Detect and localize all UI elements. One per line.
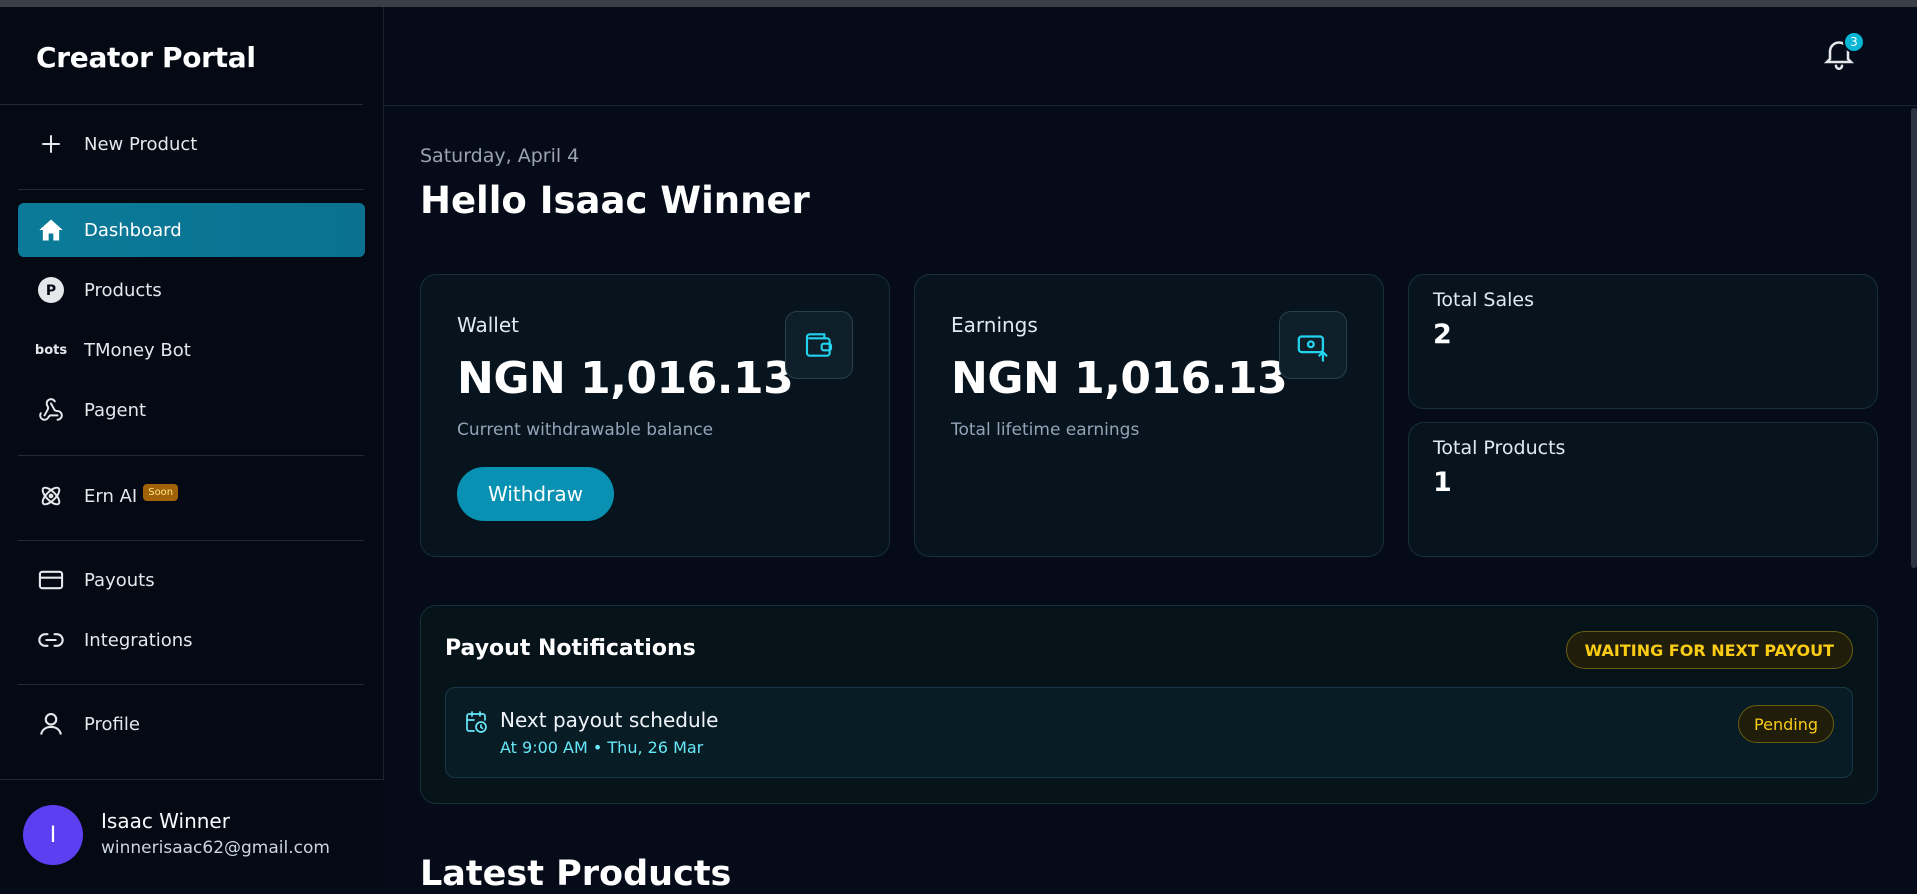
sidebar-item-label: Integrations xyxy=(84,629,193,651)
products-icon: P xyxy=(36,275,66,305)
current-date: Saturday, April 4 xyxy=(420,145,580,167)
earnings-label: Earnings xyxy=(951,313,1038,337)
latest-products-heading: Latest Products xyxy=(420,854,732,894)
wallet-subtitle: Current withdrawable balance xyxy=(457,420,714,440)
sidebar-item-label: Payouts xyxy=(84,569,155,591)
divider xyxy=(18,540,364,541)
payout-status-badge: WAITING FOR NEXT PAYOUT xyxy=(1565,631,1853,669)
main-content: Saturday, April 4 Hello Isaac Winner Wal… xyxy=(384,107,1911,894)
wallet-label: Wallet xyxy=(457,313,520,337)
sidebar-item-dashboard[interactable]: Dashboard xyxy=(18,203,365,257)
sidebar-item-tmoney-bot[interactable]: bots TMoney Bot xyxy=(18,323,365,377)
webhook-icon xyxy=(36,395,66,425)
notifications-button[interactable]: 3 xyxy=(1821,31,1865,75)
sidebar-item-label: Products xyxy=(84,279,162,301)
card-icon xyxy=(36,565,66,595)
total-sales-value: 2 xyxy=(1433,319,1452,350)
calendar-clock-icon xyxy=(464,710,488,734)
svg-text:P: P xyxy=(46,283,56,299)
sidebar-item-ern-ai[interactable]: Ern AI Soon xyxy=(18,469,365,523)
page-title: Hello Isaac Winner xyxy=(420,179,810,222)
total-sales-card: Total Sales 2 xyxy=(1408,274,1878,409)
divider xyxy=(18,684,364,685)
money-upload-icon xyxy=(1279,311,1347,379)
earnings-subtitle: Total lifetime earnings xyxy=(951,420,1140,440)
schedule-time: At 9:00 AM • Thu, 26 Mar xyxy=(500,738,704,757)
sidebar-item-new-product[interactable]: New Product xyxy=(18,117,365,171)
total-sales-label: Total Sales xyxy=(1433,289,1534,311)
sidebar: Creator Portal New Product Dashboard P P… xyxy=(0,7,384,887)
user-email: winnerisaac62@gmail.com xyxy=(101,838,330,858)
wallet-balance: NGN 1,016.13 xyxy=(457,353,794,404)
earnings-value: NGN 1,016.13 xyxy=(951,353,1288,404)
sidebar-item-label: TMoney Bot xyxy=(84,339,191,361)
sidebar-item-label: Dashboard xyxy=(84,219,182,241)
avatar: I xyxy=(23,805,83,865)
bell-icon xyxy=(1821,41,1857,75)
user-name: Isaac Winner xyxy=(101,809,230,833)
top-header: 3 xyxy=(384,7,1917,106)
divider xyxy=(18,189,364,190)
plus-icon xyxy=(36,129,66,159)
bots-icon: bots xyxy=(34,342,68,358)
user-icon xyxy=(36,709,66,739)
payout-notifications-card: Payout Notifications WAITING FOR NEXT PA… xyxy=(420,605,1878,804)
pending-badge: Pending xyxy=(1738,705,1834,743)
payout-schedule-item: Next payout schedule At 9:00 AM • Thu, 2… xyxy=(445,687,1853,778)
sidebar-item-label: Pagent xyxy=(84,399,147,421)
payout-title: Payout Notifications xyxy=(445,636,696,661)
user-profile-area[interactable]: I Isaac Winner winnerisaac62@gmail.com xyxy=(0,779,384,887)
wallet-icon xyxy=(785,311,853,379)
sidebar-item-label: Ern AI xyxy=(84,485,138,507)
atom-icon xyxy=(36,481,66,511)
notification-count-badge: 3 xyxy=(1843,31,1865,53)
brand-title: Creator Portal xyxy=(36,41,256,74)
sidebar-item-label: Profile xyxy=(84,713,140,735)
total-products-value: 1 xyxy=(1433,467,1452,498)
home-icon xyxy=(36,215,66,245)
browser-top-strip xyxy=(0,0,1917,7)
schedule-title: Next payout schedule xyxy=(500,708,719,732)
total-products-card: Total Products 1 xyxy=(1408,422,1878,557)
wallet-card: Wallet NGN 1,016.13 Current withdrawable… xyxy=(420,274,890,557)
withdraw-button[interactable]: Withdraw xyxy=(457,467,614,521)
sidebar-item-profile[interactable]: Profile xyxy=(18,697,365,751)
sidebar-item-label: New Product xyxy=(84,133,198,155)
sidebar-item-products[interactable]: P Products xyxy=(18,263,365,317)
soon-badge: Soon xyxy=(143,483,179,501)
sidebar-item-payouts[interactable]: Payouts xyxy=(18,553,365,607)
link-icon xyxy=(36,625,66,655)
sidebar-item-integrations[interactable]: Integrations xyxy=(18,613,365,667)
divider xyxy=(18,455,364,456)
scrollbar[interactable] xyxy=(1911,108,1917,568)
earnings-card: Earnings NGN 1,016.13 Total lifetime ear… xyxy=(914,274,1384,557)
total-products-label: Total Products xyxy=(1433,437,1566,459)
sidebar-item-pagent[interactable]: Pagent xyxy=(18,383,365,437)
divider xyxy=(0,104,363,105)
